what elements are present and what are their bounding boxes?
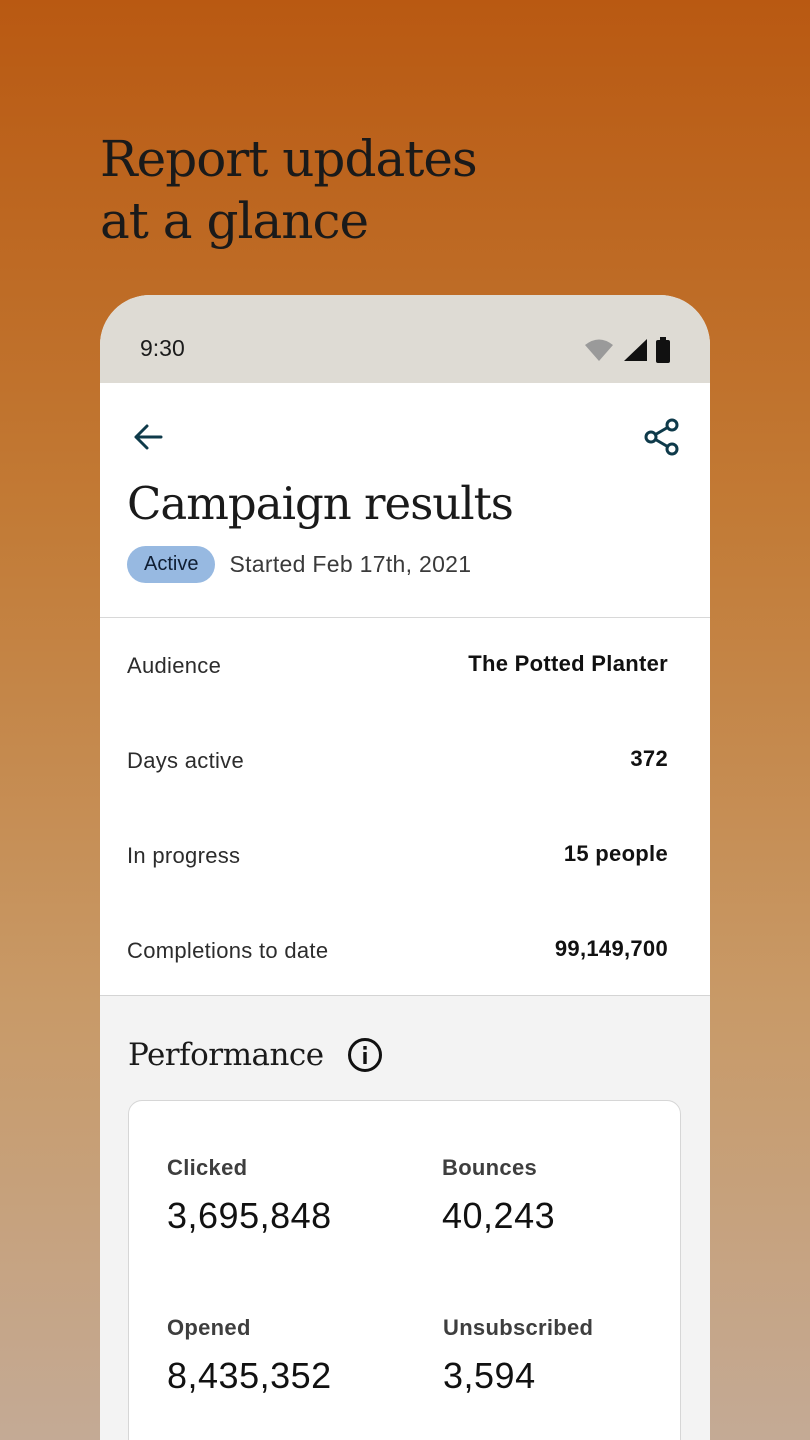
metric-value: 3,695,848 (167, 1195, 332, 1236)
detail-label: In progress (127, 842, 241, 868)
metric-value: 3,594 (443, 1355, 536, 1396)
metric-clicked: Clicked 3,695,848 (167, 1155, 332, 1237)
detail-label: Audience (127, 652, 222, 678)
page-title: Campaign results (127, 477, 514, 530)
info-button[interactable] (346, 1036, 384, 1074)
back-button[interactable] (128, 417, 168, 457)
metric-label: Clicked (167, 1155, 248, 1180)
metric-label: Opened (167, 1315, 251, 1340)
detail-label: Completions to date (127, 937, 329, 963)
wifi-icon (585, 339, 613, 361)
detail-label: Days active (127, 747, 245, 773)
marketing-headline: Report updates at a glance (100, 128, 478, 252)
metric-opened: Opened 8,435,352 (167, 1315, 332, 1397)
campaign-details-list: Audience The Potted Planter Days active … (100, 618, 710, 998)
detail-value: 15 people (563, 840, 668, 866)
started-date: Started Feb 17th, 2021 (229, 551, 472, 577)
info-icon (347, 1038, 382, 1072)
arrow-back-icon (134, 424, 163, 450)
detail-value: The Potted Planter (468, 650, 668, 676)
headline-line-2: at a glance (100, 192, 369, 250)
detail-row-in-progress: In progress 15 people (100, 808, 710, 903)
share-button[interactable] (642, 417, 682, 457)
performance-card: Clicked 3,695,848 Bounces 40,243 Opened … (128, 1100, 681, 1440)
metric-value: 8,435,352 (167, 1355, 332, 1396)
performance-title: Performance (128, 1037, 324, 1073)
battery-icon (656, 337, 670, 363)
detail-value: 372 (630, 745, 668, 771)
status-icons (584, 337, 670, 363)
detail-row-days-active: Days active 372 (100, 713, 710, 808)
status-time: 9:30 (140, 335, 185, 361)
performance-header: Performance (128, 1036, 384, 1074)
status-badge: Active (127, 546, 216, 583)
signal-icon (624, 339, 647, 361)
detail-value: 99,149,700 (554, 935, 668, 961)
metric-unsubscribed: Unsubscribed 3,594 (443, 1315, 593, 1397)
status-bar: 9:30 (100, 295, 710, 383)
share-icon (644, 418, 679, 456)
phone-screen: 9:30 Campaign results Active Started Feb… (100, 295, 710, 1440)
campaign-meta: Active Started Feb 17th, 2021 (127, 546, 471, 583)
performance-section: Performance Clicked 3,695,848 Bounces 40… (100, 995, 710, 1440)
metric-label: Bounces (442, 1155, 538, 1180)
metric-value: 40,243 (442, 1195, 556, 1236)
detail-row-completions: Completions to date 99,149,700 (100, 903, 710, 998)
detail-row-audience: Audience The Potted Planter (100, 618, 710, 713)
headline-line-1: Report updates (100, 130, 478, 188)
metric-bounces: Bounces 40,243 (442, 1155, 555, 1237)
metric-label: Unsubscribed (443, 1315, 594, 1340)
